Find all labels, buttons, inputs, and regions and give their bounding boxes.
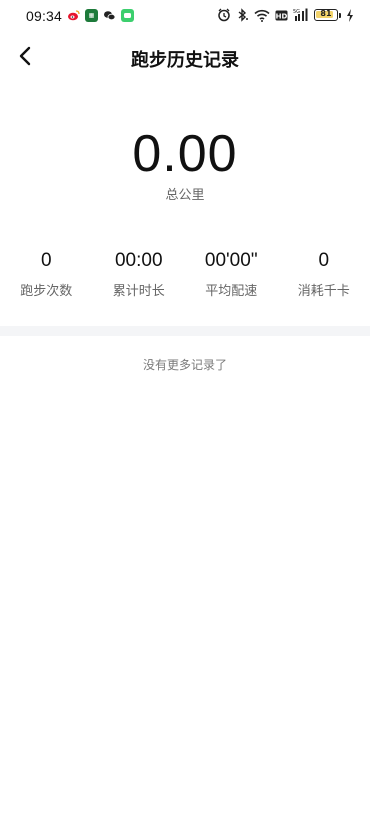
stat-calories: 0 消耗千卡: [278, 248, 370, 299]
stat-label: 平均配速: [205, 283, 258, 298]
signal-icon: 5G: [293, 8, 309, 22]
battery-level: 81: [320, 9, 332, 18]
weibo-icon: [67, 9, 80, 22]
chat-app-icon: [121, 9, 134, 22]
stat-value: 0: [318, 250, 330, 271]
page-title: 跑步历史记录: [131, 50, 239, 70]
total-distance-value: 0.00: [132, 125, 238, 183]
stat-run-count: 0 跑步次数: [0, 248, 93, 299]
nav-bar: 跑步历史记录: [0, 34, 370, 80]
system-icons: HD 5G 81: [217, 8, 354, 22]
no-more-records-text: 没有更多记录了: [142, 358, 227, 372]
green-app-icon: ▦: [85, 9, 98, 22]
stats-row: 0 跑步次数 00:00 累计时长 00'00" 平均配速 0 消耗千卡: [0, 248, 370, 299]
stat-average-pace: 00'00" 平均配速: [185, 248, 278, 299]
section-divider: [0, 326, 370, 336]
wifi-icon: [254, 9, 270, 22]
total-distance-label: 总公里: [165, 187, 205, 202]
svg-text:HD: HD: [276, 12, 288, 20]
charging-icon: [346, 8, 354, 22]
stat-value: 0: [40, 250, 52, 271]
bluetooth-icon: [236, 8, 249, 22]
stat-value: 00'00": [204, 250, 258, 271]
notification-icons: ▦: [67, 9, 134, 22]
stat-label: 消耗千卡: [297, 283, 350, 298]
stat-label: 累计时长: [112, 283, 165, 298]
stat-total-duration: 00:00 累计时长: [93, 248, 186, 299]
alarm-icon: [217, 8, 231, 22]
stat-value: 00:00: [114, 250, 163, 271]
battery-icon: 81: [314, 9, 341, 21]
status-bar: 09:34 ▦ HD 5G 81: [0, 0, 370, 34]
status-time: 09:34: [26, 8, 63, 24]
wechat-icon: [103, 9, 116, 22]
stat-label: 跑步次数: [20, 283, 73, 298]
hd-icon: HD: [275, 10, 288, 21]
